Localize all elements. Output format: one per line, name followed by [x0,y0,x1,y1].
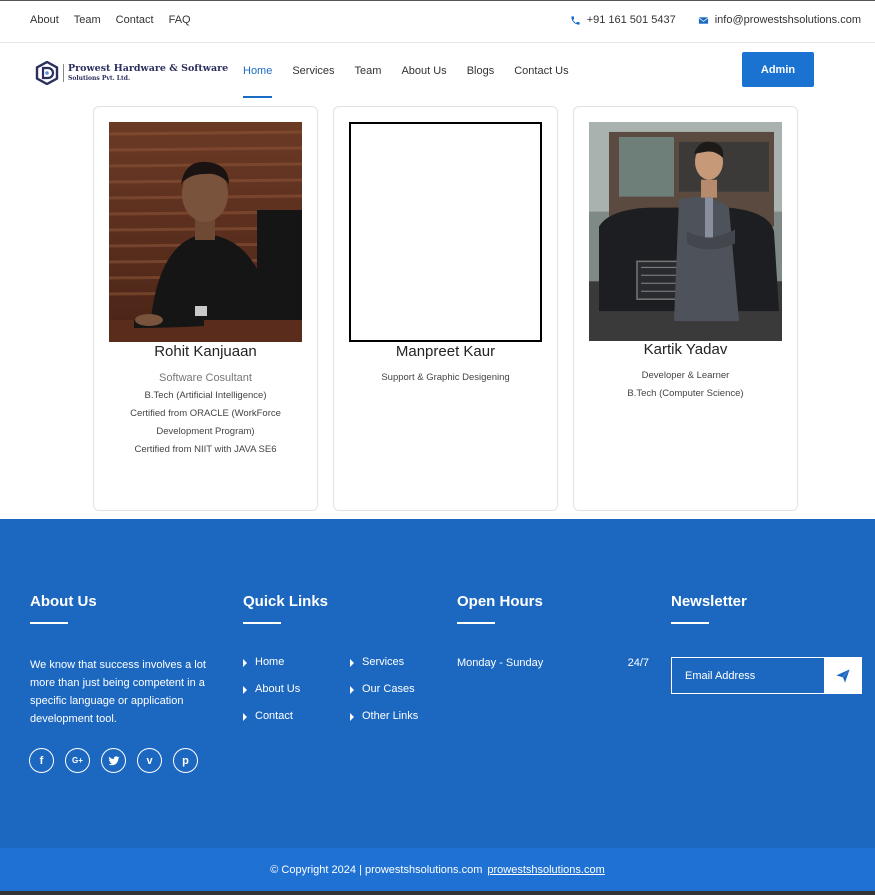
footer-link-label: Our Cases [362,683,415,695]
footer-quick-links-title: Quick Links [243,593,329,610]
twitter-icon[interactable] [101,748,126,773]
company-logo[interactable]: Prowest Hardware & Software Solutions Pv… [35,61,228,85]
member-details: Support & Graphic Desigening [346,369,545,387]
title-underline [30,622,68,624]
top-link-faq[interactable]: FAQ [169,14,191,26]
footer-open-hours: Open Hours [457,593,543,624]
caret-right-icon [243,686,247,694]
social-links: f G+ v p [29,748,209,773]
team-card: Manpreet Kaur Support & Graphic Desigeni… [333,106,558,511]
open-hours-days: Monday - Sunday [457,657,544,669]
logo-mark-icon [35,61,59,85]
logo-text: Prowest Hardware & Software Solutions Pv… [63,64,228,82]
main-menu: Home Services Team About Us Blogs Contac… [243,43,589,98]
title-underline [671,622,709,624]
pinterest-icon[interactable]: p [173,748,198,773]
member-role: Software Cosultant [159,372,252,384]
title-underline [243,622,281,624]
site-footer: About Us We know that success involves a… [0,519,875,848]
team-member-photo [109,122,302,342]
vimeo-icon[interactable]: v [137,748,162,773]
footer-link-label: About Us [255,683,301,695]
open-hours-row: Monday - Sunday 24/7 [457,657,649,669]
footer-link-our-cases[interactable]: Our Cases [350,683,418,710]
footer-link-about-us[interactable]: About Us [243,683,300,710]
top-links: About Team Contact FAQ [30,14,206,26]
footer-link-home[interactable]: Home [243,656,300,683]
footer-quick-links: Quick Links [243,593,328,624]
caret-right-icon [243,713,247,721]
footer-link-label: Contact [255,710,293,722]
member-detail: Certified from ORACLE (WorkForce [130,408,281,419]
footer-open-hours-title: Open Hours [457,593,543,610]
open-hours-time: 24/7 [627,657,649,669]
copyright-bar: © Copyright 2024 | prowestshsolutions.co… [0,848,875,891]
quick-links-col2: Services Our Cases Other Links [350,656,418,737]
envelope-icon [698,16,708,24]
footer-link-label: Services [362,656,405,668]
phone-number: +91 161 501 5437 [586,14,676,26]
team-member-photo [589,122,782,341]
bottom-strip [0,891,875,895]
facebook-icon[interactable]: f [29,748,54,773]
email-item[interactable]: info@prowestshsolutions.com [698,14,861,26]
caret-right-icon [243,659,247,667]
contact-info: +91 161 501 5437 info@prowestshsolutions… [548,14,861,26]
team-card: Kartik Yadav Developer & Learner B.Tech … [573,106,798,511]
nav-about-us[interactable]: About Us [401,43,446,98]
caret-right-icon [350,686,354,694]
member-detail: Development Program) [156,426,255,437]
team-card: Rohit Kanjuaan Software Cosultant B.Tech… [93,106,318,511]
member-details: Software Cosultant B.Tech (Artificial In… [106,369,305,459]
caret-right-icon [350,713,354,721]
footer-link-label: Other Links [362,710,419,722]
footer-newsletter-title: Newsletter [671,593,747,610]
team-member-photo-placeholder [349,122,542,342]
newsletter-form: Email Address [671,657,862,694]
footer-link-services[interactable]: Services [350,656,418,683]
main-navbar: Prowest Hardware & Software Solutions Pv… [0,43,875,98]
google-plus-icon[interactable]: G+ [65,748,90,773]
footer-link-contact[interactable]: Contact [243,710,300,737]
title-underline [457,622,495,624]
copyright-link[interactable]: prowestshsolutions.com [487,864,604,876]
caret-right-icon [350,659,354,667]
newsletter-submit-button[interactable] [824,657,862,694]
nav-services[interactable]: Services [292,43,334,98]
member-name: Kartik Yadav [643,341,728,358]
footer-newsletter: Newsletter [671,593,747,624]
copyright-text: © Copyright 2024 | prowestshsolutions.co… [270,863,483,876]
nav-home[interactable]: Home [243,43,273,98]
footer-about: About Us [30,593,97,624]
nav-blogs[interactable]: Blogs [467,43,495,98]
member-details: Developer & Learner B.Tech (Computer Sci… [586,367,785,403]
member-name: Rohit Kanjuaan [154,343,257,360]
footer-about-title: About Us [30,593,97,610]
footer-link-other-links[interactable]: Other Links [350,710,418,737]
footer-link-label: Home [255,656,285,668]
member-detail: B.Tech (Artificial Intelligence) [144,390,267,401]
phone-item[interactable]: +91 161 501 5437 [570,14,676,26]
nav-team[interactable]: Team [355,43,382,98]
quick-links-col1: Home About Us Contact [243,656,300,737]
member-detail: Certified from NIIT with JAVA SE6 [134,444,277,455]
phone-icon [571,15,580,25]
logo-title: Prowest Hardware & Software [68,63,229,75]
member-detail: B.Tech (Computer Science) [627,388,744,399]
member-detail: Developer & Learner [641,370,730,381]
top-bar: About Team Contact FAQ +91 161 501 5437 … [0,0,875,43]
top-link-team[interactable]: Team [74,14,101,26]
email-address: info@prowestshsolutions.com [714,14,861,26]
logo-subtitle: Solutions Pvt. Ltd. [68,74,131,82]
member-name: Manpreet Kaur [395,343,496,360]
top-link-contact[interactable]: Contact [116,14,154,26]
nav-contact-us[interactable]: Contact Us [514,43,568,98]
footer-about-text: We know that success involves a lot more… [30,659,206,725]
admin-button[interactable]: Admin [742,52,814,87]
top-link-about[interactable]: About [30,14,59,26]
member-detail: Support & Graphic Desigening [381,372,510,383]
paper-plane-icon [836,668,850,683]
newsletter-email-input[interactable]: Email Address [671,657,824,694]
